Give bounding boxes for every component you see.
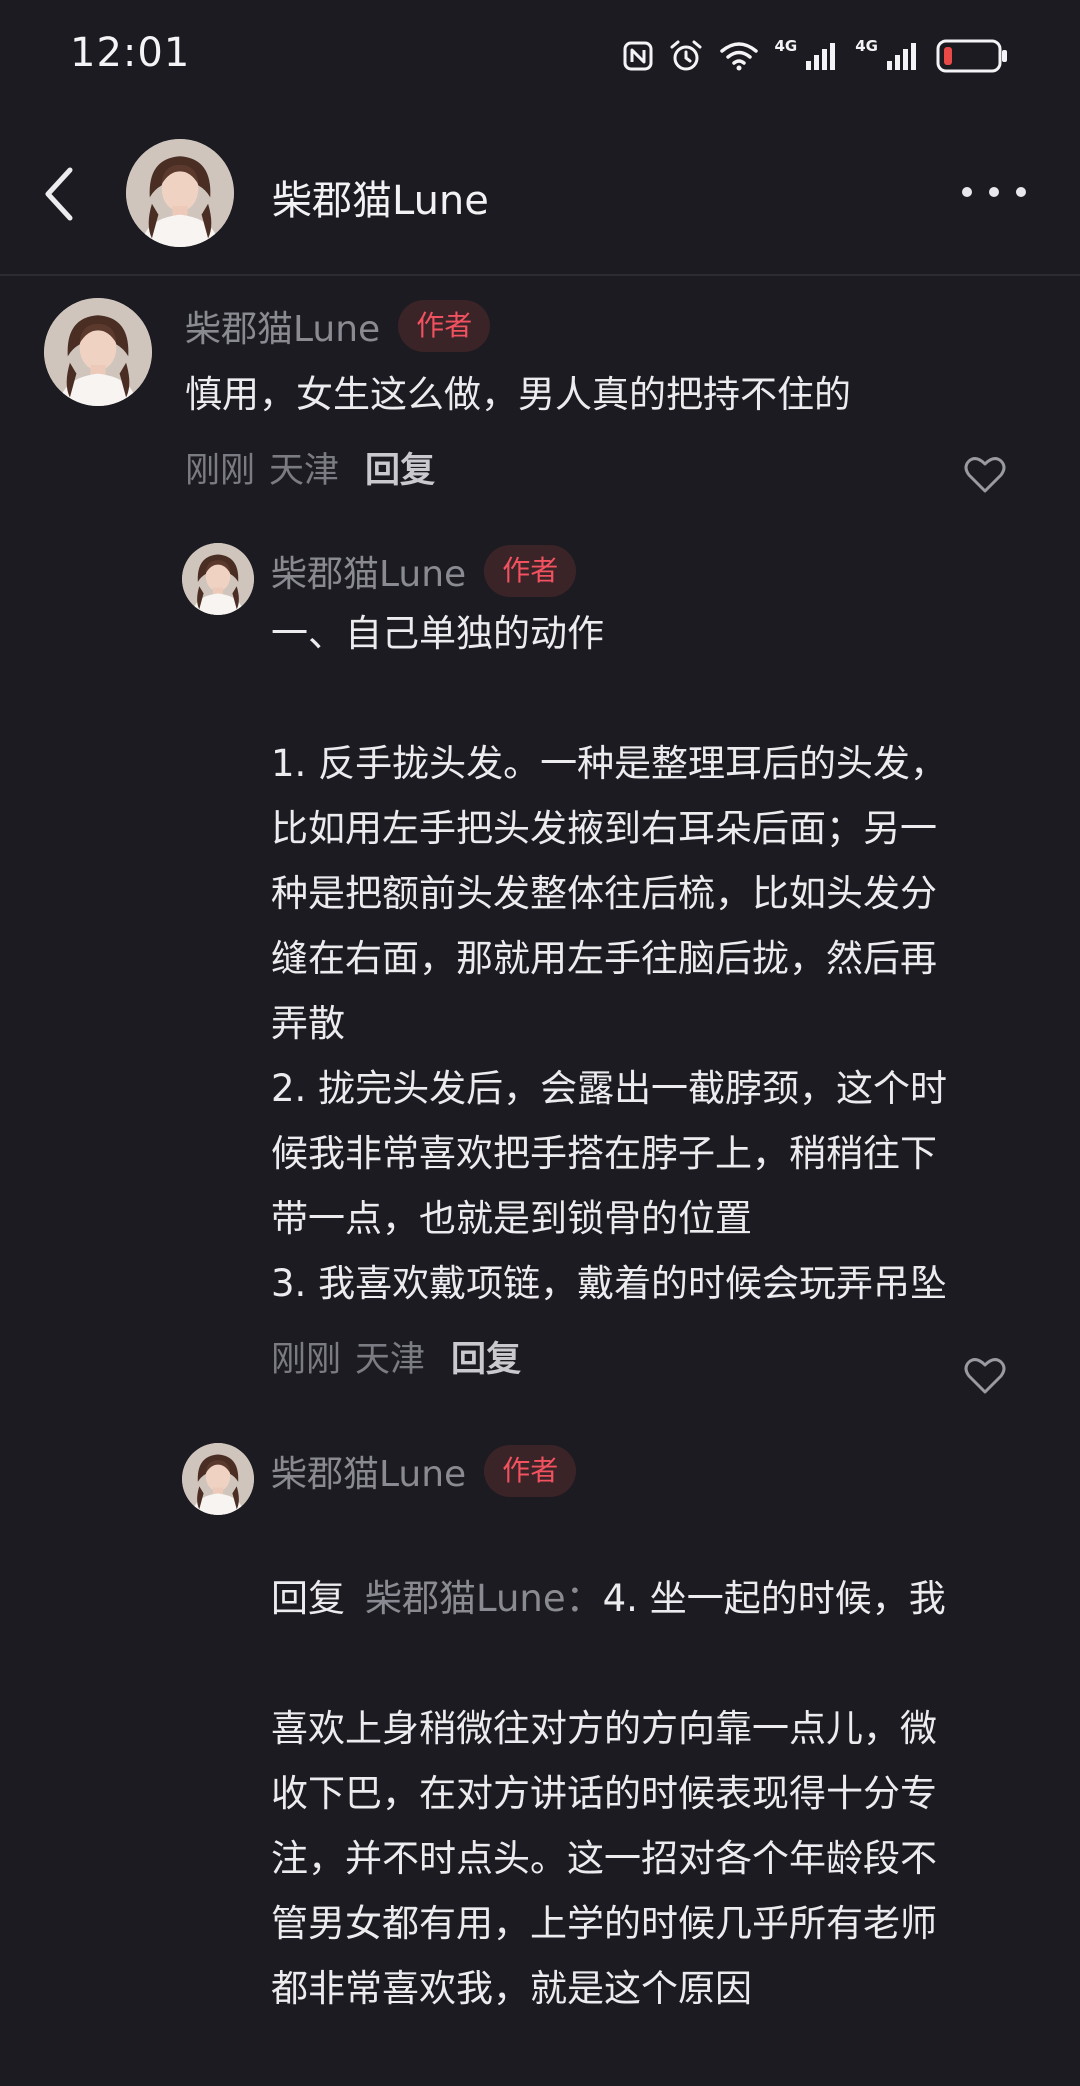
comment-location: 天津 [355,1339,426,1380]
comment-time: 刚刚 [271,1339,342,1380]
avatar-image [44,298,152,406]
header-title: 柴郡猫Lune [272,178,489,224]
comment-text-start: 4. 坐一起的时候，我 [602,1577,946,1620]
battery-low-icon [936,39,1007,73]
like-button[interactable] [964,1357,1006,1395]
comment-meta: 刚刚 天津 回复 [271,1326,1041,1386]
back-button[interactable] [40,162,80,226]
comment-header: 柴郡猫Lune 作者 [271,1443,1041,1499]
signal-icon [806,43,836,70]
like-button[interactable] [964,456,1006,494]
heart-outline-icon [964,1358,1006,1394]
comment-text[interactable]: 一、自己单独的动作 1. 反手拢头发。一种是整理耳后的头发， 比如用左手把头发掖… [271,601,1041,1316]
chat-header: 柴郡猫Lune [0,112,1080,276]
heart-outline-icon [964,457,1006,493]
comment-header: 柴郡猫Lune 作者 [185,298,1045,354]
author-badge: 作者 [484,1445,577,1497]
comment-text[interactable]: 慎用，女生这么做，男人真的把持不住的 [185,362,1045,427]
more-horizontal-icon [989,187,999,197]
more-options-button[interactable] [962,180,1026,204]
status-icons: 4G 4G [623,36,1009,76]
reply-prefix: 回复 [271,1577,345,1620]
reply-button[interactable]: 回复 [451,1331,521,1382]
network-label: 4G [774,37,798,55]
comment-author-name[interactable]: 柴郡猫Lune [271,1445,466,1497]
chevron-left-icon [45,167,73,221]
comment-author-name[interactable]: 柴郡猫Lune [271,545,466,597]
comment-text-body: 喜欢上身稍微往对方的方向靠一点儿，微 收下巴，在对方讲话的时候表现得十分专 注，… [271,1707,937,2010]
header-avatar[interactable] [126,139,234,247]
signal-icon [887,43,916,70]
reply-target-name[interactable]: 柴郡猫Lune： [365,1577,603,1620]
status-bar: 12:01 4G 4G [0,0,1080,112]
comment-header: 柴郡猫Lune 作者 [271,543,1041,599]
nfc-icon [623,41,652,71]
reply-button[interactable]: 回复 [365,442,435,493]
comment-time: 刚刚 [185,450,256,491]
avatar-image [126,139,234,247]
more-horizontal-icon [962,187,972,197]
battery-indicator [936,39,1008,73]
comment-avatar[interactable] [44,298,152,406]
avatar-image [182,1443,254,1515]
author-badge: 作者 [484,545,577,597]
wifi-icon [719,42,758,71]
more-horizontal-icon [1016,187,1026,197]
alarm-icon [670,40,701,71]
comment-location: 天津 [269,450,340,491]
avatar-image [182,543,254,615]
comment-author-name[interactable]: 柴郡猫Lune [185,300,380,352]
author-badge: 作者 [398,300,491,352]
network-label: 4G [855,37,878,55]
comment-text[interactable]: 回复 柴郡猫Lune：4. 坐一起的时候，我 喜欢上身稍微往对方的方向靠一点儿，微… [271,1501,1041,2086]
comment-avatar[interactable] [182,543,254,615]
status-time: 12:01 [70,30,191,76]
comment-meta: 刚刚 天津 回复 [185,437,1045,497]
comment-first-line: 回复 柴郡猫Lune：4. 坐一起的时候，我 [271,1566,1041,1631]
comment-avatar[interactable] [182,1443,254,1515]
